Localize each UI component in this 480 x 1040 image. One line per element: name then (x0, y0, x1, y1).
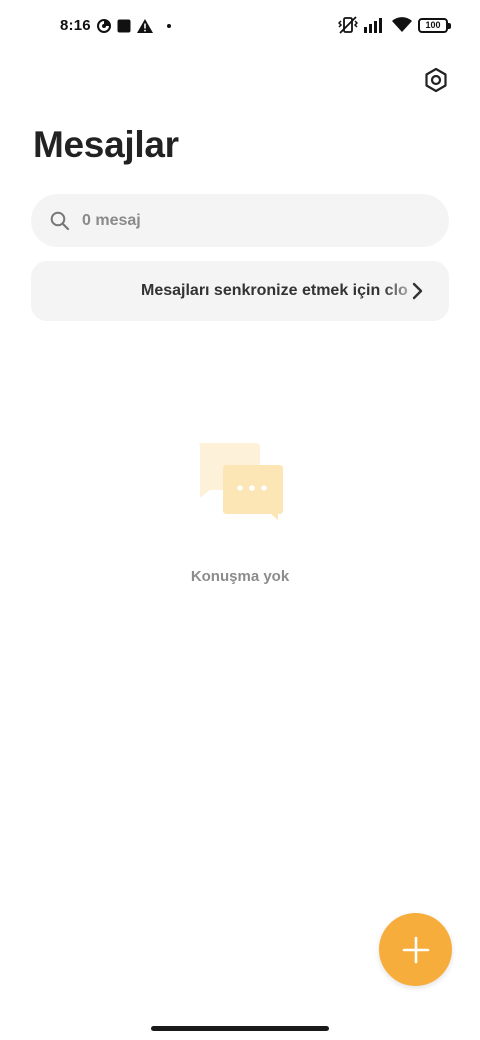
empty-state-text: Konuşma yok (190, 568, 290, 585)
search-input[interactable] (82, 211, 402, 230)
plus-icon (402, 936, 429, 963)
settings-button[interactable] (422, 66, 450, 94)
dot-icon (166, 23, 171, 28)
wifi-icon (392, 17, 412, 33)
status-time: 8:16 (60, 17, 91, 34)
chat-bubbles-icon (194, 440, 286, 522)
stop-square-icon (117, 19, 131, 33)
warning-icon (136, 18, 153, 33)
home-indicator[interactable] (151, 1026, 329, 1031)
signal-icon (364, 17, 386, 33)
chevron-right-icon (409, 282, 425, 300)
status-bar: 8:16 100 (0, 0, 480, 56)
search-icon (50, 211, 70, 231)
status-bar-left: 8:16 (60, 17, 171, 34)
messages-screen: 8:16 100 Mesajlar 0 mesaj Mesajları senk… (0, 0, 480, 1040)
data-saver-icon (96, 18, 111, 33)
sync-banner-text: Mesajları senkronize etmek için clo (141, 282, 408, 299)
vibrate-off-icon (338, 16, 358, 34)
new-message-button[interactable] (379, 913, 452, 986)
page-title: Mesajlar (33, 124, 179, 165)
sync-banner[interactable]: Mesajları senkronize etmek için clo (31, 261, 449, 321)
battery-icon: 100 (418, 17, 451, 33)
status-bar-right: 100 (338, 16, 451, 34)
settings-hex-icon (425, 67, 447, 93)
search-bar[interactable] (31, 194, 449, 247)
